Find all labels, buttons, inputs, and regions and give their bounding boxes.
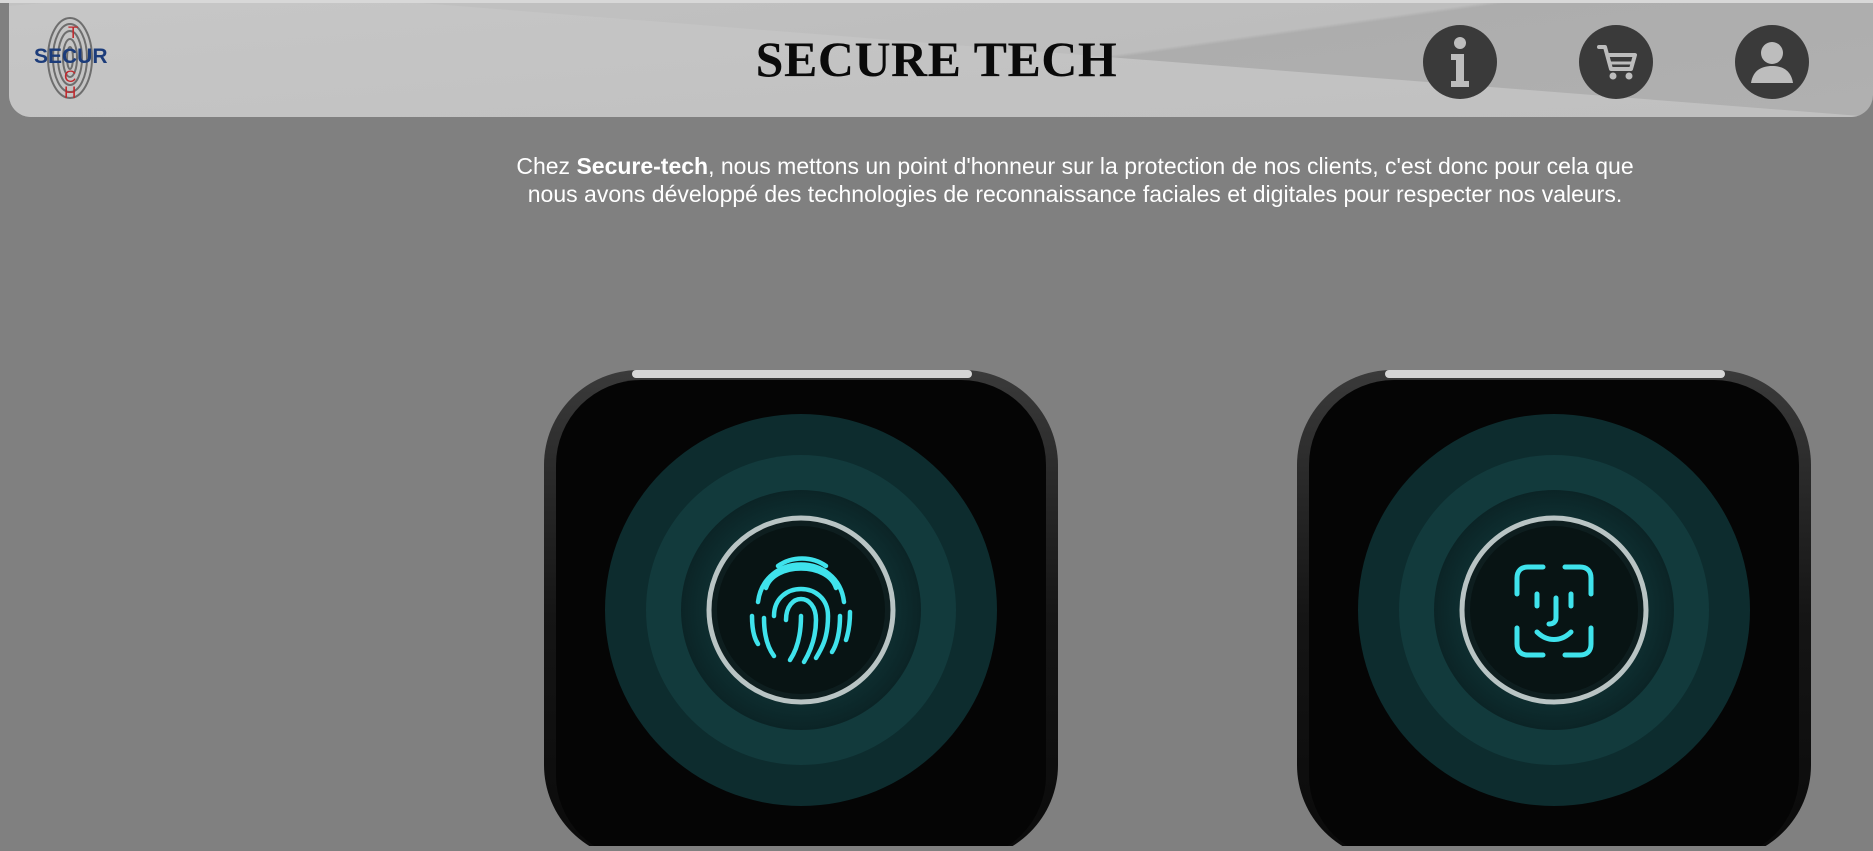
account-button[interactable] bbox=[1735, 25, 1809, 99]
intro-paragraph: Chez Secure-tech, nous mettons un point … bbox=[500, 152, 1650, 208]
info-button[interactable] bbox=[1423, 25, 1497, 99]
cart-button[interactable] bbox=[1579, 25, 1653, 99]
info-icon bbox=[1451, 37, 1469, 87]
fingerprint-lock[interactable] bbox=[542, 366, 1060, 851]
face-recognition-lock[interactable] bbox=[1295, 366, 1813, 851]
cart-icon bbox=[1597, 45, 1637, 80]
user-icon bbox=[1751, 42, 1793, 83]
intro-brand: Secure-tech bbox=[576, 153, 709, 179]
intro-prefix: Chez bbox=[516, 153, 577, 179]
